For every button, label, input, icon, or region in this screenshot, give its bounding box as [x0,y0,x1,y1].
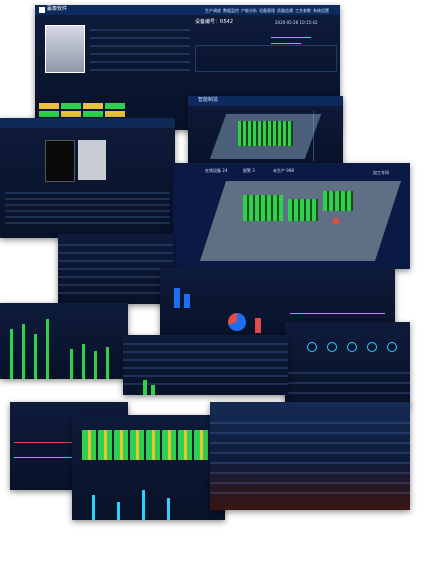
side-list [313,111,339,161]
machine-image [45,25,85,73]
table-area [5,188,170,233]
bar [92,495,95,520]
meter-bar [82,344,85,379]
status-stripes [82,430,217,460]
legend-alarm: 报警 3 [243,168,255,173]
menu-item[interactable]: 设备管理 [259,8,275,13]
gauge-icon [367,342,377,352]
bar-group [170,278,200,308]
menu-item[interactable]: 系统设置 [313,8,329,13]
drill-image [78,140,106,180]
gauge-icon [347,342,357,352]
meter-bar [106,347,109,379]
dashboard-tables [58,234,173,304]
menu-item[interactable]: 数据监控 [223,8,239,13]
equipment-row [238,121,293,146]
production-line [288,199,318,221]
meter-bar [46,319,49,379]
dashboard-left-partial [0,118,175,238]
area-tag: 加工车间 [373,170,389,175]
dashboard-bottom-table [210,402,410,510]
pie-chart [228,313,246,331]
menu-item[interactable]: 生产调度 [205,8,221,13]
bar [151,385,155,395]
dashboard-factory-map: 在线设备 24 报警 3 未生产 998 加工车间 [173,163,410,269]
dashboard-center-table [123,335,288,395]
panel-title: 智能制造 [198,97,219,103]
info-block [90,23,190,73]
dashboard-meter-columns [0,303,128,379]
logo-icon [39,7,45,13]
header-bar [0,118,175,128]
bar [143,380,147,395]
legend-online: 在线设备 24 [205,168,228,173]
bar [142,490,145,520]
menu-item[interactable]: 工艺参数 [295,8,311,13]
gauge-icon [307,342,317,352]
drill-image [45,140,75,182]
chart-line [290,288,385,314]
legend-idle: 未生产 998 [273,168,294,173]
gauge-icon [387,342,397,352]
device-label: 设备编号：R542 [195,19,234,25]
gauge-icon [327,342,337,352]
meter-bar [94,351,97,379]
menu-item[interactable]: 质量追溯 [277,8,293,13]
red-bar [255,318,261,333]
production-line [323,191,353,211]
production-line [243,195,283,221]
factory-floor [200,181,401,261]
meter-bar [22,324,25,379]
alarm-marker [333,218,339,224]
bar [117,502,120,520]
progress-line [271,43,301,44]
timestamp: 2020-05-26 10:15:42 [275,20,318,25]
dashboard-gauges [285,322,410,407]
logo-text: 赢泰软件 [47,6,68,12]
chart-area [195,45,337,72]
dashboard-3d-floor: 智能制造 [188,96,343,166]
dashboard-status-board [72,415,225,520]
menu-item[interactable]: 产能分析 [241,8,257,13]
progress-line [271,37,311,38]
meter-bar [70,349,73,379]
meter-bar [34,334,37,379]
bar [167,498,170,520]
meter-bar [10,329,13,379]
